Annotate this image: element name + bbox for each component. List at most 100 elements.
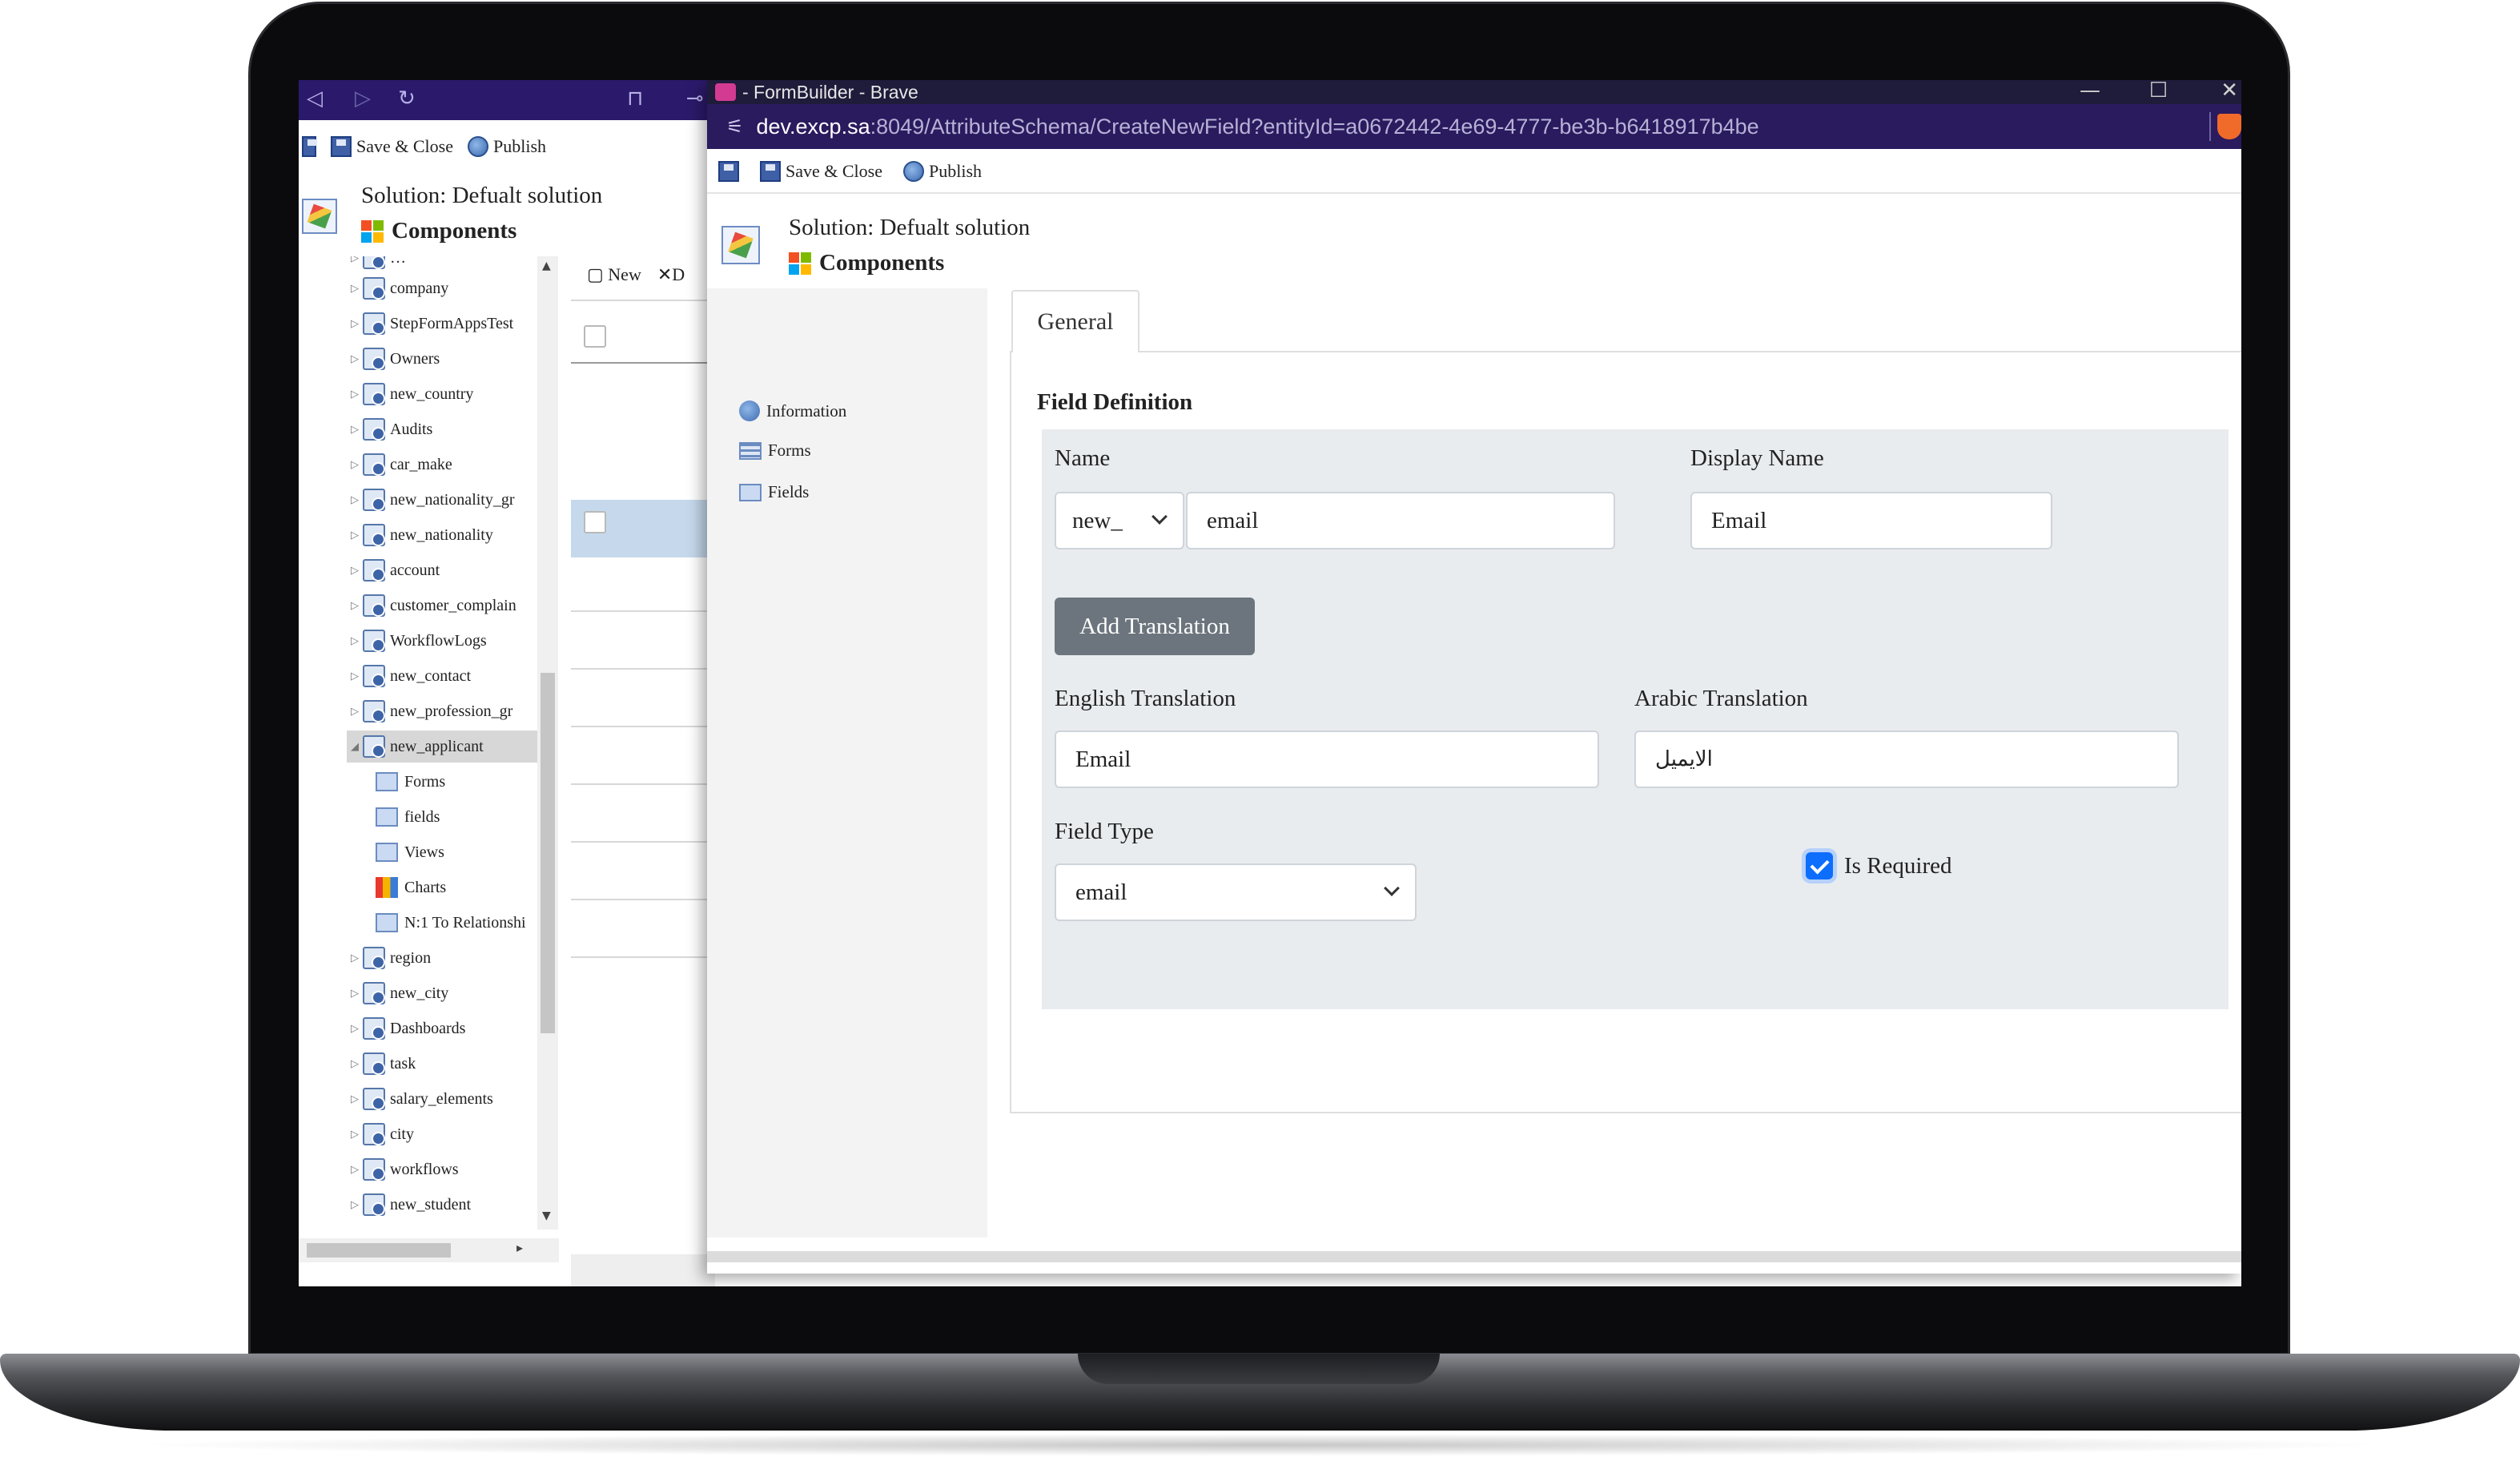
tree-item[interactable]: ▷ task bbox=[347, 1048, 416, 1080]
entity-icon bbox=[363, 1158, 385, 1181]
maximize-icon[interactable]: ☐ bbox=[2149, 80, 2168, 103]
save-icon[interactable] bbox=[302, 136, 317, 157]
expand-icon[interactable]: ▷ bbox=[347, 565, 363, 577]
share-icon[interactable]: ⊸ bbox=[686, 87, 704, 111]
field-type-select[interactable]: email bbox=[1055, 863, 1417, 921]
tree-child-item[interactable]: Views bbox=[376, 836, 444, 868]
arabic-translation-input[interactable]: الايميل bbox=[1634, 730, 2179, 788]
scrollbar-thumb[interactable] bbox=[307, 1243, 451, 1258]
tab-general[interactable]: General bbox=[1011, 290, 1139, 352]
tree-item[interactable]: ▷ Dashboards bbox=[347, 1012, 465, 1044]
display-name-input[interactable]: Email bbox=[1690, 492, 2052, 549]
tree-item-label: new_applicant bbox=[390, 737, 484, 755]
tree-item[interactable]: ▷ car_make bbox=[347, 449, 452, 481]
expand-icon[interactable]: ▷ bbox=[347, 988, 363, 1000]
expand-icon[interactable]: ▷ bbox=[347, 600, 363, 612]
tree-item[interactable]: ▷ region bbox=[347, 942, 431, 974]
expand-icon[interactable]: ▷ bbox=[347, 318, 363, 330]
tree-item[interactable]: ▷ salary_elements bbox=[347, 1083, 493, 1115]
chevron-down-icon bbox=[1384, 880, 1400, 896]
tree-item[interactable]: ▷ workflows bbox=[347, 1153, 459, 1185]
tree-item[interactable]: ▷ company bbox=[347, 272, 448, 304]
background-toolbar: Save & Close Publish bbox=[299, 127, 715, 167]
row-checkbox[interactable] bbox=[584, 511, 606, 533]
publish-button[interactable]: Publish bbox=[903, 161, 982, 182]
scroll-right-icon[interactable]: ▸ bbox=[516, 1240, 523, 1255]
tree-item[interactable]: ▷ new_student bbox=[347, 1189, 471, 1221]
scrollbar-thumb[interactable] bbox=[541, 673, 555, 1033]
tree-item-selected[interactable]: ◢ new_applicant bbox=[347, 730, 537, 763]
address-bar[interactable]: ⚟ dev.excp.sa :8049/AttributeSchema/Crea… bbox=[707, 104, 2241, 149]
tree-child-item[interactable]: N:1 To Relationshi bbox=[376, 907, 526, 939]
close-icon[interactable]: ✕ bbox=[2221, 80, 2238, 103]
tree-vertical-scrollbar[interactable]: ▲ ▼ bbox=[537, 256, 558, 1230]
english-translation-input[interactable]: Email bbox=[1055, 730, 1599, 788]
expand-icon[interactable]: ▷ bbox=[347, 283, 363, 295]
tree-item[interactable]: ▷ city bbox=[347, 1118, 414, 1150]
bg-save-close-button[interactable]: Save & Close bbox=[331, 136, 453, 157]
tree-item[interactable]: ▷ new_contact bbox=[347, 660, 471, 692]
expand-icon[interactable]: ▷ bbox=[347, 635, 363, 647]
tree-horizontal-scrollbar[interactable]: ▸ bbox=[299, 1238, 559, 1262]
is-required-checkbox[interactable] bbox=[1806, 852, 1833, 879]
popup-horizontal-scrollbar[interactable] bbox=[707, 1251, 2241, 1262]
expand-icon[interactable]: ▷ bbox=[347, 952, 363, 964]
grid-header-divider bbox=[571, 362, 715, 364]
name-input[interactable]: email bbox=[1186, 492, 1615, 549]
tree-child-item[interactable]: Forms bbox=[376, 766, 445, 798]
nav-item-fields[interactable]: Fields bbox=[739, 482, 809, 502]
expand-icon[interactable]: ▷ bbox=[347, 1023, 363, 1035]
minimize-icon[interactable]: — bbox=[2080, 80, 2100, 103]
tree-item-label: account bbox=[390, 561, 440, 579]
tree-item[interactable]: ▷ new_country bbox=[347, 378, 473, 410]
tree-item[interactable]: ▷ Owners bbox=[347, 343, 440, 375]
tree-item[interactable]: ▷ StepFormAppsTest bbox=[347, 308, 513, 340]
expand-icon[interactable]: ▷ bbox=[347, 1093, 363, 1105]
tree-item[interactable]: ▷… bbox=[347, 256, 406, 274]
tree-item[interactable]: ▷ WorkflowLogs bbox=[347, 625, 487, 657]
tree-item[interactable]: ▷ new_nationality bbox=[347, 519, 493, 551]
tree-item[interactable]: ▷ new_nationality_gr bbox=[347, 484, 515, 516]
tree-item[interactable]: ▷ customer_complain bbox=[347, 590, 516, 622]
brave-shield-icon[interactable] bbox=[2217, 114, 2241, 139]
grid-new-button[interactable]: ▢ New bbox=[587, 264, 641, 285]
expand-icon[interactable]: ▷ bbox=[347, 1058, 363, 1070]
select-all-checkbox[interactable] bbox=[584, 325, 606, 348]
tree-item[interactable]: ▷ Audits bbox=[347, 413, 432, 445]
scroll-up-icon[interactable]: ▲ bbox=[542, 260, 551, 272]
expand-icon[interactable]: ▷ bbox=[347, 1129, 363, 1141]
save-close-button[interactable]: Save & Close bbox=[760, 161, 882, 182]
save-icon[interactable] bbox=[718, 161, 739, 182]
scroll-down-icon[interactable]: ▼ bbox=[542, 1209, 551, 1222]
nav-item-information[interactable]: Information bbox=[739, 400, 846, 421]
tree-item[interactable]: ▷ new_profession_gr bbox=[347, 695, 512, 727]
nav-item-forms[interactable]: Forms bbox=[739, 441, 811, 461]
tree-child-item[interactable]: fields bbox=[376, 801, 440, 833]
expand-icon[interactable]: ▷ bbox=[347, 706, 363, 718]
expand-icon[interactable]: ▷ bbox=[347, 1164, 363, 1176]
tree-child-item[interactable]: Charts bbox=[376, 871, 446, 904]
tree-item[interactable]: ▷ new_city bbox=[347, 977, 448, 1009]
expand-icon[interactable]: ▷ bbox=[347, 494, 363, 506]
prefix-select[interactable]: new_ bbox=[1055, 492, 1184, 549]
grid-delete-button[interactable]: ✕D bbox=[657, 264, 685, 285]
expand-icon[interactable]: ▷ bbox=[347, 670, 363, 682]
expand-icon[interactable]: ▷ bbox=[347, 256, 363, 264]
expand-icon[interactable]: ▷ bbox=[347, 459, 363, 471]
popup-window-title: - FormBuilder - Brave bbox=[742, 81, 918, 103]
bg-publish-button[interactable]: Publish bbox=[468, 136, 546, 157]
back-icon[interactable]: ◁ bbox=[307, 87, 323, 111]
forward-icon[interactable]: ▷ bbox=[355, 87, 371, 111]
site-settings-icon[interactable]: ⚟ bbox=[726, 115, 744, 138]
reload-icon[interactable]: ↻ bbox=[398, 87, 416, 111]
collapse-icon[interactable]: ◢ bbox=[347, 741, 363, 753]
bookmark-icon[interactable]: ⊓ bbox=[627, 87, 643, 111]
expand-icon[interactable]: ▷ bbox=[347, 388, 363, 400]
expand-icon[interactable]: ▷ bbox=[347, 353, 363, 365]
expand-icon[interactable]: ▷ bbox=[347, 424, 363, 436]
tree-item[interactable]: ▷ account bbox=[347, 554, 440, 586]
expand-icon[interactable]: ▷ bbox=[347, 529, 363, 541]
expand-icon[interactable]: ▷ bbox=[347, 1199, 363, 1211]
add-translation-button[interactable]: Add Translation bbox=[1055, 598, 1255, 655]
tree-item-label: Dashboards bbox=[390, 1019, 466, 1037]
